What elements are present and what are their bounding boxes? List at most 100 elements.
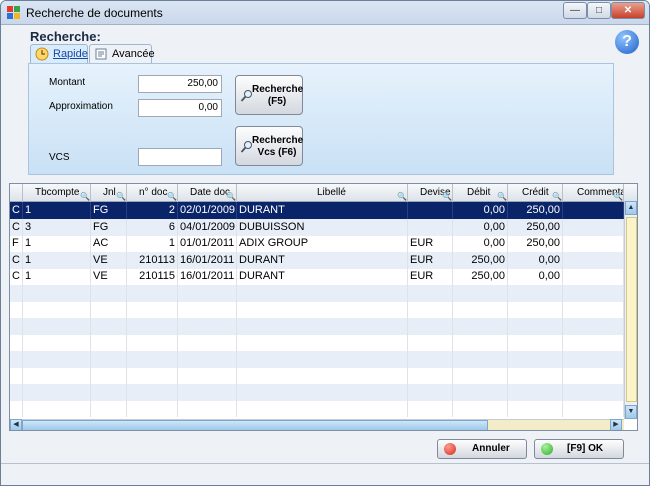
- table-cell: [563, 301, 624, 318]
- table-cell: [178, 317, 237, 335]
- header-col-select[interactable]: [10, 184, 23, 202]
- table-cell: [453, 301, 508, 318]
- table-cell: [563, 400, 624, 417]
- table-cell: [91, 284, 127, 302]
- sort-search-icon[interactable]: 🔍: [80, 188, 90, 202]
- tab-rapide[interactable]: Rapide: [30, 44, 88, 64]
- table-cell: [563, 317, 624, 335]
- table-cell: [127, 317, 178, 335]
- table-row[interactable]: [10, 350, 624, 368]
- table-cell: [127, 334, 178, 351]
- scroll-up-icon[interactable]: ▲: [625, 201, 637, 215]
- header-col-jnl[interactable]: Jnl 🔍: [91, 184, 127, 202]
- recherche-label-2: (F5): [267, 96, 287, 107]
- recherche-button[interactable]: Recherche (F5): [235, 75, 303, 115]
- table-cell: 1: [23, 202, 91, 219]
- sort-search-icon[interactable]: 🔍: [497, 188, 507, 202]
- sort-search-icon[interactable]: 🔍: [226, 188, 236, 202]
- vcs-field[interactable]: [138, 148, 222, 166]
- table-cell: [563, 383, 624, 401]
- vertical-scroll-thumb[interactable]: [626, 217, 637, 402]
- close-button[interactable]: ✕: [611, 2, 645, 19]
- table-cell: [563, 235, 624, 252]
- sort-search-icon[interactable]: 🔍: [167, 188, 177, 202]
- header-col-libelle[interactable]: Libellé 🔍: [237, 184, 408, 202]
- table-cell: [10, 301, 23, 318]
- table-cell: [178, 350, 237, 368]
- table-row[interactable]: C 1 VE 210115 16/01/2011 DURANT EUR 250,00 0,00: [10, 268, 624, 285]
- table-cell: [408, 284, 453, 302]
- table-cell: [408, 202, 453, 219]
- horizontal-scrollbar[interactable]: ◀ ▶: [10, 419, 624, 430]
- maximize-button[interactable]: □: [587, 2, 611, 19]
- ok-button[interactable]: [F9] OK: [534, 439, 624, 459]
- scroll-right-icon[interactable]: ▶: [610, 419, 622, 430]
- header-col-credit[interactable]: Crédit 🔍: [508, 184, 563, 202]
- table-cell: [23, 317, 91, 335]
- vertical-scrollbar[interactable]: ▲ ▼: [624, 201, 637, 419]
- montant-field[interactable]: 250,00: [138, 75, 222, 93]
- sort-search-icon[interactable]: 🔍: [442, 188, 452, 202]
- table-cell: 210115: [127, 268, 178, 285]
- table-header: Tbcompte 🔍 Jnl 🔍 n° doc 🔍 Date doc 🔍 Libellé 🔍 Dev…: [10, 184, 637, 202]
- table-row[interactable]: [10, 383, 624, 401]
- table-cell: 1: [23, 235, 91, 252]
- app-icon: [7, 6, 21, 20]
- table-row[interactable]: [10, 301, 624, 318]
- cancel-button[interactable]: Annuler: [437, 439, 527, 459]
- table-cell: [453, 383, 508, 401]
- table-row[interactable]: C 1 FG 2 02/01/2009 DURANT 0,00 250,00: [10, 202, 624, 219]
- search-heading: Recherche:: [30, 29, 101, 44]
- table-row[interactable]: [10, 317, 624, 335]
- table-cell: [237, 350, 408, 368]
- help-icon[interactable]: ?: [615, 30, 639, 54]
- table-cell: AC: [91, 235, 127, 252]
- header-col-debit[interactable]: Débit 🔍: [453, 184, 508, 202]
- table-cell: [10, 400, 23, 417]
- table-row[interactable]: C 3 FG 6 04/01/2009 DUBUISSON 0,00 250,00: [10, 218, 624, 236]
- table-cell: [23, 400, 91, 417]
- approximation-field[interactable]: 0,00: [138, 99, 222, 117]
- results-table: Tbcompte 🔍 Jnl 🔍 n° doc 🔍 Date doc 🔍 Libellé 🔍 Dev…: [9, 183, 638, 431]
- table-row[interactable]: [10, 367, 624, 384]
- table-cell: [408, 367, 453, 384]
- scroll-down-icon[interactable]: ▼: [625, 405, 637, 419]
- table-cell: [563, 268, 624, 285]
- table-cell: 1: [23, 268, 91, 285]
- tab-avancee[interactable]: Avancée: [89, 44, 155, 64]
- table-cell: 250,00: [508, 202, 563, 219]
- recherche-vcs-button[interactable]: Recherche Vcs (F6): [235, 126, 303, 166]
- table-row[interactable]: F 1 AC 1 01/01/2011 ADIX GROUP EUR 0,00 250,00: [10, 235, 624, 252]
- sort-search-icon[interactable]: 🔍: [397, 188, 407, 202]
- table-cell: 6: [127, 218, 178, 236]
- table-cell: [563, 218, 624, 236]
- header-col-commentaire[interactable]: Commentai 🔍: [563, 184, 624, 202]
- header-col-datedoc[interactable]: Date doc 🔍: [178, 184, 237, 202]
- table-cell: DURANT: [237, 251, 408, 269]
- table-cell: 250,00: [453, 268, 508, 285]
- header-col-devise[interactable]: Devise 🔍: [408, 184, 453, 202]
- table-row[interactable]: [10, 284, 624, 302]
- horizontal-scroll-thumb[interactable]: [22, 420, 488, 430]
- table-cell: [178, 400, 237, 417]
- table-cell: 04/01/2009: [178, 218, 237, 236]
- table-row[interactable]: C 1 VE 210113 16/01/2011 DURANT EUR 250,00 0,00: [10, 251, 624, 269]
- table-cell: 1: [23, 251, 91, 269]
- table-row[interactable]: [10, 334, 624, 351]
- table-cell: EUR: [408, 235, 453, 252]
- table-cell: [178, 367, 237, 384]
- table-cell: [237, 400, 408, 417]
- header-col-numdoc[interactable]: n° doc 🔍: [127, 184, 178, 202]
- table-cell: [237, 301, 408, 318]
- title-bar[interactable]: Recherche de documents — □ ✕: [1, 1, 649, 25]
- table-row[interactable]: [10, 400, 624, 417]
- header-col-tbcompte[interactable]: Tbcompte 🔍: [23, 184, 91, 202]
- table-cell: 250,00: [508, 235, 563, 252]
- table-cell: [10, 350, 23, 368]
- table-cell: [91, 334, 127, 351]
- sort-search-icon[interactable]: 🔍: [613, 188, 623, 202]
- sort-search-icon[interactable]: 🔍: [552, 188, 562, 202]
- minimize-button[interactable]: —: [563, 2, 587, 19]
- scroll-left-icon[interactable]: ◀: [10, 419, 22, 430]
- sort-search-icon[interactable]: 🔍: [116, 188, 126, 202]
